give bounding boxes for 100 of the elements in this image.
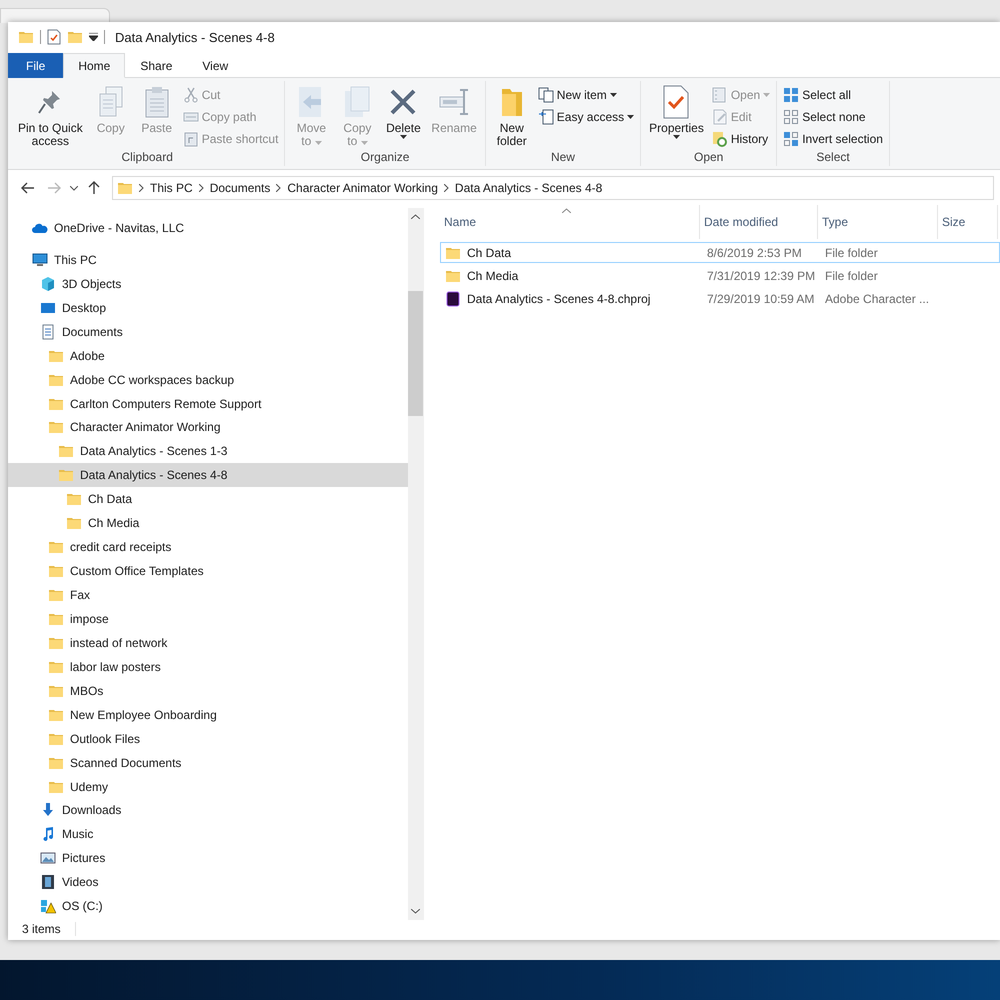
ribbon-button[interactable]: Easy access: [538, 107, 634, 126]
tree-item[interactable]: Ch Media: [8, 511, 408, 536]
caret-icon: [763, 92, 770, 96]
chevron-icon: [139, 184, 144, 192]
tree-item[interactable]: 3D Objects: [8, 272, 408, 296]
folder-icon: [58, 467, 74, 484]
column-header[interactable]: Name: [440, 205, 700, 239]
tree-item[interactable]: Desktop: [8, 296, 408, 320]
date-modified: 7/31/2019 12:39 PM: [706, 268, 816, 282]
tree-item[interactable]: Documents: [8, 320, 408, 344]
film-icon: [40, 874, 56, 890]
tree-item[interactable]: Custom Office Templates: [8, 559, 408, 584]
column-header[interactable]: Size: [938, 205, 998, 239]
group-label: New: [550, 150, 576, 166]
tree-item[interactable]: Udemy: [8, 774, 408, 798]
scroll-up-icon[interactable]: [411, 214, 420, 219]
open-icon: [712, 86, 728, 102]
tree-item[interactable]: OS (C:): [8, 894, 408, 918]
tree-item[interactable]: This PC: [8, 248, 408, 272]
group-label: Select: [815, 150, 851, 166]
column-header[interactable]: Date modified: [700, 205, 818, 239]
tree-item[interactable]: Fax: [8, 583, 408, 607]
file-row[interactable]: Data Analytics - Scenes 4-8.chproj 7/29/2019 10:59 AM Adobe Character ...: [440, 288, 1000, 309]
back-arrow-icon: [21, 182, 35, 194]
checkmark-document-icon: [662, 85, 690, 119]
folder-icon: [66, 515, 82, 532]
folder-icon: [66, 491, 82, 508]
ribbon-button[interactable]: Invert selection: [783, 129, 883, 148]
ribbon-button[interactable]: Select none: [783, 107, 883, 126]
ribbon-button[interactable]: Pin to Quick access: [14, 83, 87, 150]
tree-item[interactable]: Ch Data: [8, 487, 408, 512]
ribbon-tab[interactable]: Share: [125, 53, 188, 78]
scissors-icon: [182, 86, 199, 102]
customize-dropdown-icon[interactable]: [89, 33, 98, 41]
ribbon-button[interactable]: Select all: [783, 85, 883, 104]
tree-item[interactable]: MBOs: [8, 678, 408, 703]
tree-item[interactable]: OneDrive - Navitas, LLC: [8, 216, 408, 240]
ribbon-tab[interactable]: View: [187, 53, 244, 78]
folder-icon: [117, 180, 133, 196]
item-count: 3 items: [22, 922, 76, 936]
ribbon-button[interactable]: History: [712, 129, 770, 148]
tree-item[interactable]: Data Analytics - Scenes 1-3: [8, 439, 408, 464]
easy-access-icon: [538, 108, 554, 124]
breadcrumb[interactable]: Data Analytics - Scenes 4-8: [454, 181, 602, 195]
download-icon: [40, 802, 56, 818]
tree-item[interactable]: Scanned Documents: [8, 750, 408, 775]
tree-item[interactable]: Downloads: [8, 798, 408, 822]
breadcrumb[interactable]: This PC: [150, 181, 193, 195]
breadcrumb[interactable]: Documents: [210, 181, 270, 195]
tree-item[interactable]: instead of network: [8, 630, 408, 655]
file-row[interactable]: Ch Data 8/6/2019 2:53 PM File folder: [440, 242, 1000, 263]
group-label: Clipboard: [120, 150, 174, 166]
folder-icon: [500, 87, 524, 117]
pictures-icon: [40, 850, 56, 866]
ribbon-tab[interactable]: Home: [63, 53, 126, 78]
close-icon: [388, 87, 418, 117]
ribbon-button[interactable]: Properties: [645, 83, 708, 150]
recent-locations-icon[interactable]: [70, 186, 78, 190]
copy-icon: [96, 86, 125, 118]
rename-icon: [438, 88, 470, 116]
ribbon-button[interactable]: New folder: [490, 83, 534, 150]
ribbon-button[interactable]: Delete: [381, 83, 426, 150]
tree-item[interactable]: Outlook Files: [8, 726, 408, 751]
column-header[interactable]: Type: [818, 205, 938, 239]
tree-item[interactable]: Character Animator Working: [8, 416, 408, 440]
shortcut-icon: [182, 130, 199, 146]
chevron-icon: [198, 184, 204, 192]
tree-item[interactable]: Pictures: [8, 846, 408, 870]
address-bar[interactable]: This PC Documents Character Animator Working Data Analytics - Scenes 4-8: [112, 176, 994, 200]
tree-item[interactable]: Data Analytics - Scenes 4-8: [8, 463, 408, 488]
date-modified: 8/6/2019 2:53 PM: [706, 246, 803, 260]
tree-item[interactable]: impose: [8, 607, 408, 631]
tree-item[interactable]: Carlton Computers Remote Support: [8, 392, 408, 416]
tree-item[interactable]: Adobe: [8, 344, 408, 368]
scrollbar[interactable]: [408, 208, 424, 920]
folder-icon: [48, 563, 64, 580]
breadcrumb[interactable]: Character Animator Working: [287, 181, 438, 195]
tree-item[interactable]: credit card receipts: [8, 535, 408, 560]
folder-icon: [18, 29, 34, 45]
scrollbar-thumb[interactable]: [408, 291, 424, 416]
window-title: Data Analytics - Scenes 4-8: [115, 30, 275, 44]
cube-icon: [40, 276, 56, 292]
select-none-icon: [783, 108, 800, 124]
ribbon-button[interactable]: New item: [538, 85, 634, 104]
new-folder-icon: [67, 29, 83, 45]
select-all-icon: [783, 86, 800, 102]
file-type: Adobe Character ...: [824, 292, 930, 306]
tree-item[interactable]: Music: [8, 822, 408, 846]
invert-selection-icon: [783, 130, 800, 146]
file-menu-tab[interactable]: File: [8, 53, 64, 78]
file-row[interactable]: Ch Media 7/31/2019 12:39 PM File folder: [440, 265, 1000, 286]
tree-item[interactable]: Adobe CC workspaces backup: [8, 368, 408, 392]
project-file-icon: [445, 290, 461, 306]
date-modified: 7/29/2019 10:59 AM: [706, 292, 816, 306]
file-type: File folder: [824, 246, 879, 260]
tree-item[interactable]: labor law posters: [8, 654, 408, 679]
tree-item[interactable]: New Employee Onboarding: [8, 702, 408, 727]
file-name: Ch Data: [467, 246, 512, 260]
scroll-down-icon[interactable]: [411, 909, 420, 914]
tree-item[interactable]: Videos: [8, 870, 408, 894]
